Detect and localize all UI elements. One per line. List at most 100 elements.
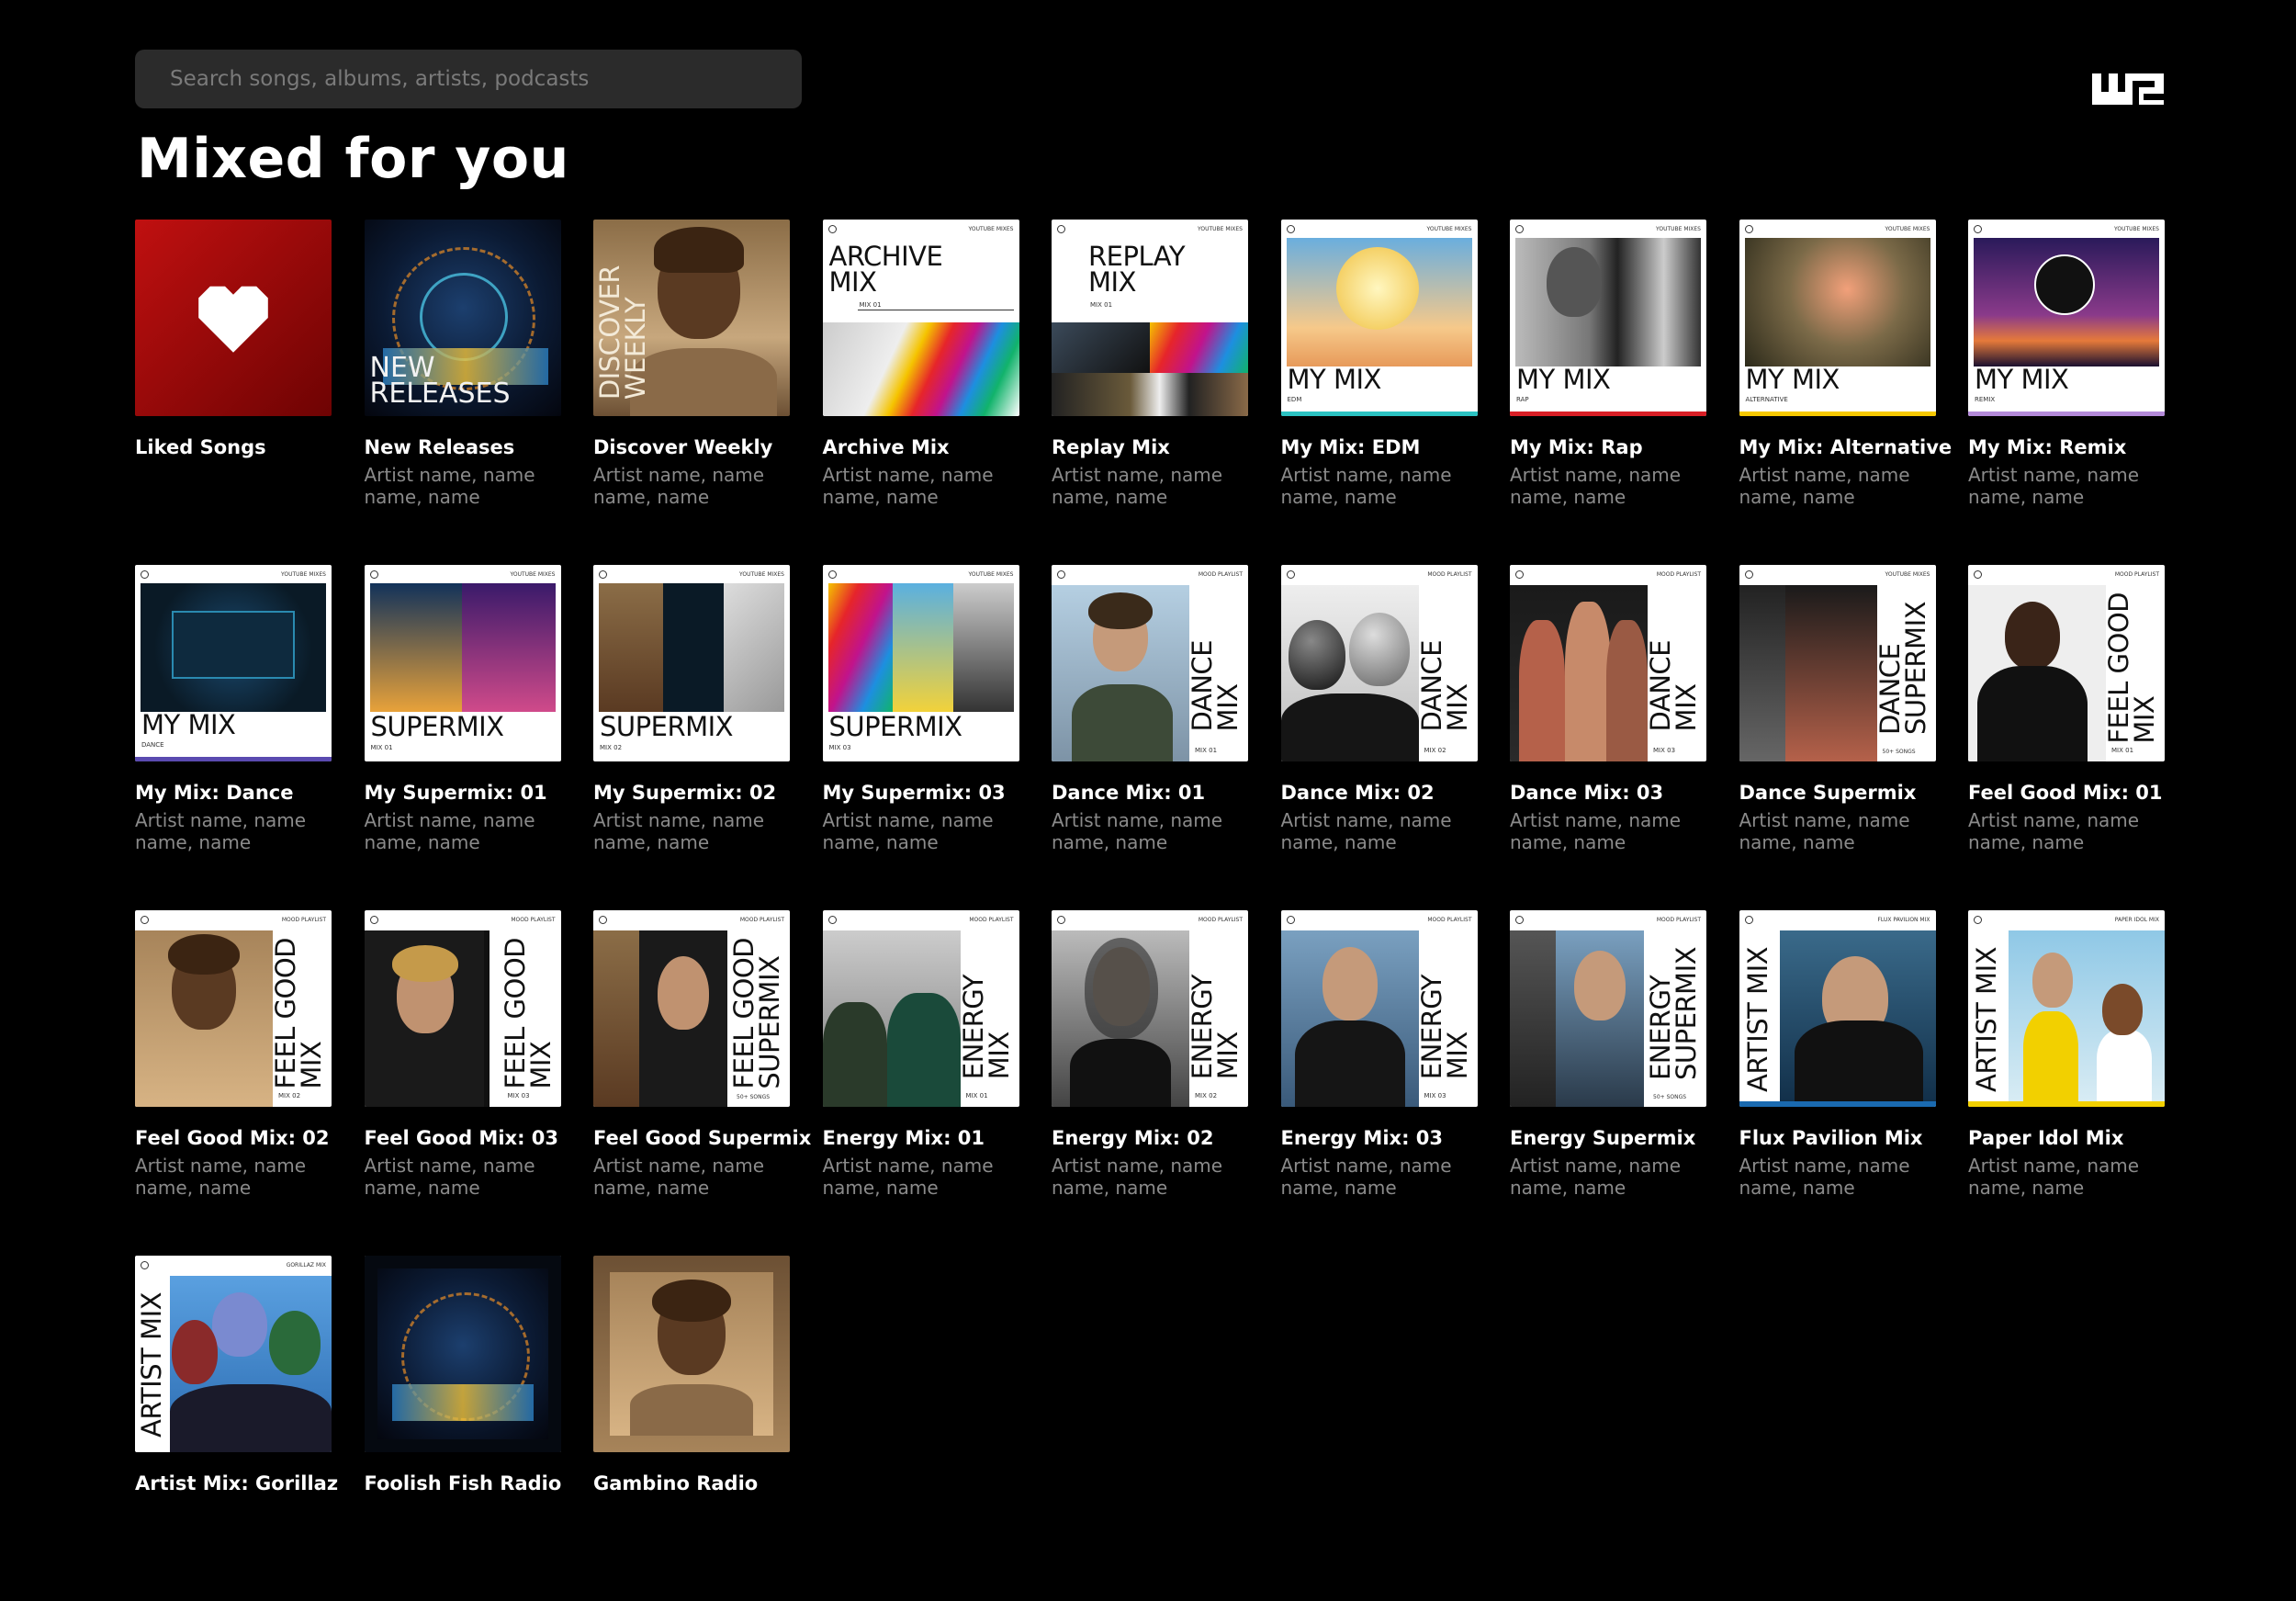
heart-icon — [198, 286, 268, 353]
card-subtitle: Artist name, name name, name — [1739, 464, 1910, 508]
card-archive-mix[interactable]: YOUTUBE MIXES ARCHIVE MIX MIX 01 Archive… — [822, 220, 1019, 565]
cover-my-mix-rap: YOUTUBE MIXES MY MIX RAP — [1510, 220, 1706, 416]
card-paper-idol-mix[interactable]: PAPER IDOL MIX ARTIST MIX Paper Idol Mix… — [1968, 910, 2165, 1256]
card-subtitle: Artist name, name name, name — [1052, 464, 1223, 508]
card-title: Replay Mix — [1052, 436, 1170, 458]
card-subtitle: Artist name, name name, name — [593, 464, 765, 508]
card-title: New Releases — [364, 436, 515, 458]
cover-text: ENERGY MIX — [957, 975, 1015, 1080]
card-subtitle: Artist name, name name, name — [822, 464, 994, 508]
cover-my-mix-alternative: YOUTUBE MIXES MY MIX ALTERNATIVE — [1739, 220, 1936, 416]
card-dance-mix-02[interactable]: MOOD PLAYLIST DANCE MIX MIX 02 Dance Mix… — [1280, 565, 1478, 910]
card-title: Gambino Radio — [593, 1472, 759, 1494]
card-subtitle: Artist name, name name, name — [1052, 1155, 1223, 1199]
card-title: Paper Idol Mix — [1968, 1127, 2124, 1149]
cover-feel-good-mix-03: MOOD PLAYLIST FEEL GOOD MIX MIX 03 — [364, 910, 561, 1107]
cover-text: DANCE SUPERMIX — [1874, 602, 1931, 736]
card-my-supermix-02[interactable]: YOUTUBE MIXES SUPERMIX MIX 02 My Supermi… — [593, 565, 790, 910]
card-subtitle: Artist name, name name, name — [822, 809, 994, 853]
card-feel-good-mix-03[interactable]: MOOD PLAYLIST FEEL GOOD MIX MIX 03 Feel … — [364, 910, 561, 1256]
card-title: Dance Mix: 03 — [1510, 782, 1664, 804]
card-title: Energy Mix: 02 — [1052, 1127, 1214, 1149]
card-energy-supermix[interactable]: MOOD PLAYLIST ENERGY SUPERMIX 50+ SONGS … — [1510, 910, 1706, 1256]
card-title: My Mix: Remix — [1968, 436, 2127, 458]
card-subtitle: Artist name, name name, name — [1968, 809, 2140, 853]
card-subtitle: Artist name, name name, name — [593, 809, 765, 853]
card-artist-mix-gorillaz[interactable]: GORILLAZ MIX ARTIST MIX Artist Mix: Gori… — [135, 1256, 339, 1601]
card-title: Feel Good Mix: 03 — [364, 1127, 559, 1149]
card-title: My Mix: Dance — [135, 782, 294, 804]
card-energy-mix-01[interactable]: MOOD PLAYLIST ENERGY MIX MIX 01 Energy M… — [822, 910, 1019, 1256]
card-energy-mix-02[interactable]: MOOD PLAYLIST ENERGY MIX MIX 02 Energy M… — [1052, 910, 1248, 1256]
card-dance-supermix[interactable]: YOUTUBE MIXES DANCE SUPERMIX 50+ SONGS D… — [1739, 565, 1936, 910]
card-my-mix-edm[interactable]: YOUTUBE MIXES MY MIX EDM My Mix: EDM Art… — [1280, 220, 1478, 565]
search-bar[interactable] — [135, 50, 802, 108]
card-subtitle: Artist name, name name, name — [1280, 1155, 1452, 1199]
cover-feel-good-mix-01: MOOD PLAYLIST FEEL GOOD MIX MIX 01 — [1968, 565, 2165, 761]
card-dance-mix-01[interactable]: MOOD PLAYLIST DANCE MIX MIX 01 Dance Mix… — [1052, 565, 1248, 910]
cover-dance-mix-01: MOOD PLAYLIST DANCE MIX MIX 01 — [1052, 565, 1248, 761]
cover-text: MY MIX — [1745, 364, 1840, 395]
cover-paper-idol-mix: PAPER IDOL MIX ARTIST MIX — [1968, 910, 2165, 1107]
card-subtitle: Artist name, name name, name — [364, 464, 535, 508]
card-my-mix-alternative[interactable]: YOUTUBE MIXES MY MIX ALTERNATIVE My Mix:… — [1739, 220, 1952, 565]
card-title: Feel Good Mix: 01 — [1968, 782, 2163, 804]
cover-text: FEEL GOOD MIX — [2103, 592, 2160, 744]
cover-my-mix-remix: YOUTUBE MIXES MY MIX REMIX — [1968, 220, 2165, 416]
cover-flux-pavilion-mix: FLUX PAVILION MIX ARTIST MIX — [1739, 910, 1936, 1107]
cover-my-mix-edm: YOUTUBE MIXES MY MIX EDM — [1280, 220, 1478, 416]
card-feel-good-mix-01[interactable]: MOOD PLAYLIST FEEL GOOD MIX MIX 01 Feel … — [1968, 565, 2165, 910]
cover-text: ENERGY MIX — [1415, 975, 1473, 1080]
cover-my-supermix-01: YOUTUBE MIXES SUPERMIX MIX 01 — [364, 565, 561, 761]
cover-my-supermix-02: YOUTUBE MIXES SUPERMIX MIX 02 — [593, 565, 790, 761]
card-my-supermix-01[interactable]: YOUTUBE MIXES SUPERMIX MIX 01 My Supermi… — [364, 565, 561, 910]
cover-text: NEW RELEASES — [369, 352, 511, 410]
card-title: My Supermix: 03 — [822, 782, 1006, 804]
mix-grid: Liked Songs NEW RELEASES New Releases Ar… — [135, 220, 2165, 1601]
cover-text: ARTIST MIX — [1741, 947, 1773, 1092]
cover-text: MY MIX — [1516, 364, 1611, 395]
cover-energy-supermix: MOOD PLAYLIST ENERGY SUPERMIX 50+ SONGS — [1510, 910, 1706, 1107]
cover-text: DISCOVER WEEKLY — [594, 265, 651, 400]
card-subtitle: Artist name, name name, name — [135, 809, 307, 853]
card-feel-good-mix-02[interactable]: MOOD PLAYLIST FEEL GOOD MIX MIX 02 Feel … — [135, 910, 332, 1256]
card-foolish-fish-radio[interactable]: Foolish Fish Radio — [364, 1256, 561, 1601]
card-title: Flux Pavilion Mix — [1739, 1127, 1923, 1149]
card-subtitle: Artist name, name name, name — [1739, 1155, 1910, 1199]
card-dance-mix-03[interactable]: MOOD PLAYLIST DANCE MIX MIX 03 Dance Mix… — [1510, 565, 1706, 910]
cover-text: FEEL GOOD MIX — [499, 938, 557, 1089]
card-new-releases[interactable]: NEW RELEASES New Releases Artist name, n… — [364, 220, 561, 565]
card-feel-good-supermix[interactable]: MOOD PLAYLIST FEEL GOOD SUPERMIX 50+ SON… — [593, 910, 811, 1256]
card-discover-weekly[interactable]: DISCOVER WEEKLY Discover Weekly Artist n… — [593, 220, 790, 565]
cover-text: SUPERMIX — [828, 711, 963, 742]
cover-text: SUPERMIX — [370, 711, 505, 742]
card-my-mix-dance[interactable]: YOUTUBE MIXES MY MIX DANCE My Mix: Dance… — [135, 565, 332, 910]
cover-text: ARCHIVE MIX — [828, 241, 943, 298]
card-energy-mix-03[interactable]: MOOD PLAYLIST ENERGY MIX MIX 03 Energy M… — [1280, 910, 1478, 1256]
card-title: My Mix: EDM — [1280, 436, 1421, 458]
cover-text: SUPERMIX — [600, 711, 734, 742]
card-gambino-radio[interactable]: Gambino Radio — [593, 1256, 790, 1601]
card-replay-mix[interactable]: YOUTUBE MIXES REPLAY MIX MIX 01 Replay M… — [1052, 220, 1248, 565]
card-title: Discover Weekly — [593, 436, 773, 458]
card-subtitle: Artist name, name name, name — [593, 1155, 765, 1199]
card-my-mix-rap[interactable]: YOUTUBE MIXES MY MIX RAP My Mix: Rap Art… — [1510, 220, 1706, 565]
cover-dance-supermix: YOUTUBE MIXES DANCE SUPERMIX 50+ SONGS — [1739, 565, 1936, 761]
cover-text: DANCE MIX — [1415, 640, 1473, 732]
card-subtitle: Artist name, name name, name — [364, 1155, 535, 1199]
cover-text: MY MIX — [141, 709, 236, 740]
cover-text: ENERGY SUPERMIX — [1645, 947, 1702, 1081]
card-title: My Mix: Rap — [1510, 436, 1643, 458]
cover-my-mix-dance: YOUTUBE MIXES MY MIX DANCE — [135, 565, 332, 761]
card-my-supermix-03[interactable]: YOUTUBE MIXES SUPERMIX MIX 03 My Supermi… — [822, 565, 1019, 910]
card-flux-pavilion-mix[interactable]: FLUX PAVILION MIX ARTIST MIX Flux Pavili… — [1739, 910, 1936, 1256]
cover-text: ARTIST MIX — [1971, 947, 2002, 1092]
card-title: Energy Mix: 01 — [822, 1127, 985, 1149]
card-my-mix-remix[interactable]: YOUTUBE MIXES MY MIX REMIX My Mix: Remix… — [1968, 220, 2165, 565]
cover-text: FEEL GOOD SUPERMIX — [728, 938, 785, 1089]
search-input[interactable] — [168, 66, 769, 92]
card-title: Dance Mix: 02 — [1280, 782, 1435, 804]
card-liked-songs[interactable]: Liked Songs — [135, 220, 332, 565]
card-title: Artist Mix: Gorillaz — [135, 1472, 339, 1494]
card-title: Dance Supermix — [1739, 782, 1917, 804]
